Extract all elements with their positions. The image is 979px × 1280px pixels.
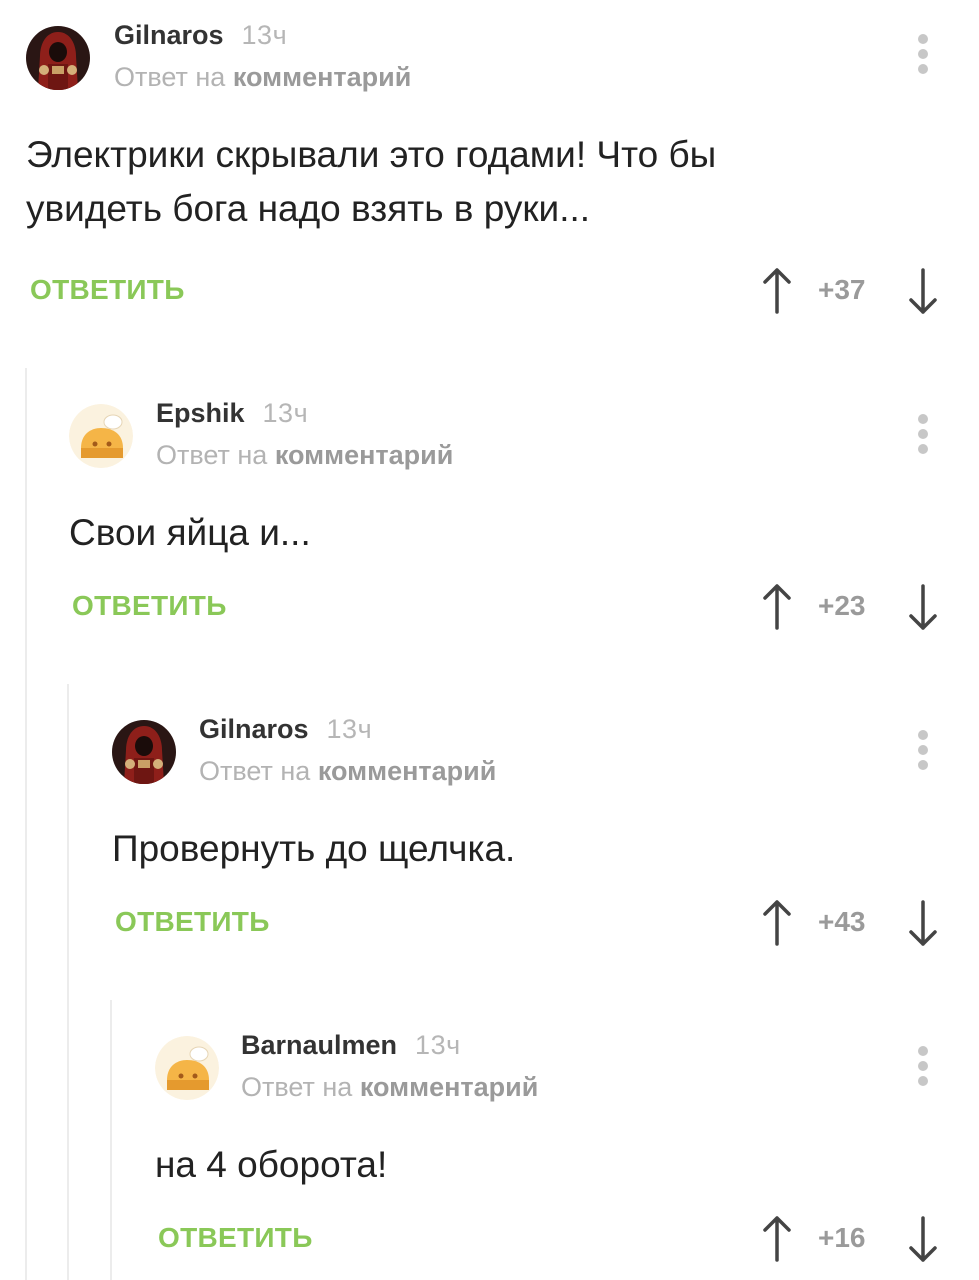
comment-text: на 4 оборота!: [155, 1138, 387, 1192]
comment-menu-icon[interactable]: [916, 1046, 930, 1088]
hooded-warrior-avatar-icon: [26, 26, 90, 90]
author-name[interactable]: Epshik: [156, 398, 245, 428]
comment-text: Свои яйца и...: [69, 506, 311, 560]
reply-to-line: Ответ на комментарий: [241, 1072, 538, 1103]
author-line: Gilnaros 13ч: [199, 714, 372, 745]
author-name[interactable]: Gilnaros: [199, 714, 309, 744]
reply-target-link[interactable]: комментарий: [275, 440, 454, 470]
vote-controls: +43: [760, 898, 940, 948]
author-line: Epshik 13ч: [156, 398, 308, 429]
author-line: Gilnaros 13ч: [114, 20, 287, 51]
downvote-arrow-icon[interactable]: [906, 1214, 940, 1264]
avatar[interactable]: [26, 26, 90, 90]
reply-button[interactable]: ОТВЕТИТЬ: [115, 906, 270, 938]
downvote-arrow-icon[interactable]: [906, 898, 940, 948]
thread-line-level-1: [25, 368, 27, 1280]
reply-prefix: Ответ на: [114, 62, 226, 92]
comment-time: 13ч: [326, 714, 373, 744]
upvote-arrow-icon[interactable]: [760, 898, 794, 948]
reply-button[interactable]: ОТВЕТИТЬ: [72, 590, 227, 622]
comment-text-line: Свои яйца и...: [69, 512, 311, 553]
comment-text: Электрики скрывали это годами! Что бы ув…: [26, 128, 716, 236]
comment: Epshik 13ч Ответ на комментарий Свои яйца…: [42, 380, 979, 650]
comment-time: 13ч: [415, 1030, 461, 1060]
vote-controls: +16: [760, 1214, 940, 1264]
avatar[interactable]: [112, 720, 176, 784]
default-cake-avatar-icon: [155, 1036, 219, 1100]
comment: Gilnaros 13ч Ответ на комментарий Электри…: [0, 0, 979, 340]
downvote-arrow-icon[interactable]: [906, 582, 940, 632]
comment-text: Провернуть до щелчка.: [112, 822, 515, 876]
comment-text-line: Провернуть до щелчка.: [112, 828, 516, 869]
vote-controls: +23: [760, 582, 940, 632]
comment-text-line: на 4 оборота!: [155, 1144, 388, 1185]
comment-text-line: Электрики скрывали это годами! Что бы: [26, 134, 717, 175]
vote-score: +37: [818, 274, 866, 305]
avatar[interactable]: [69, 404, 133, 468]
vote-score: +23: [818, 590, 866, 621]
comment-menu-icon[interactable]: [916, 730, 930, 772]
vote-controls: +37: [760, 266, 940, 316]
reply-prefix: Ответ на: [156, 440, 268, 470]
author-name[interactable]: Gilnaros: [114, 20, 224, 50]
downvote-arrow-icon[interactable]: [906, 266, 940, 316]
reply-to-line: Ответ на комментарий: [199, 756, 496, 787]
comment: Gilnaros 13ч Ответ на комментарий Проверн…: [85, 696, 979, 966]
author-line: Barnaulmen 13ч: [241, 1030, 461, 1061]
vote-score: +43: [818, 906, 866, 937]
reply-target-link[interactable]: комментарий: [360, 1072, 539, 1102]
reply-button[interactable]: ОТВЕТИТЬ: [30, 274, 185, 306]
upvote-arrow-icon[interactable]: [760, 1214, 794, 1264]
reply-prefix: Ответ на: [241, 1072, 353, 1102]
comment-time: 13ч: [241, 20, 288, 50]
comment-text-line: увидеть бога надо взять в руки...: [26, 188, 591, 229]
reply-to-line: Ответ на комментарий: [114, 62, 411, 93]
author-name[interactable]: Barnaulmen: [241, 1030, 397, 1060]
reply-button[interactable]: ОТВЕТИТЬ: [158, 1222, 313, 1254]
avatar[interactable]: [155, 1036, 219, 1100]
comment-menu-icon[interactable]: [916, 34, 930, 76]
reply-to-line: Ответ на комментарий: [156, 440, 453, 471]
thread-line-level-3: [110, 1000, 112, 1280]
upvote-arrow-icon[interactable]: [760, 266, 794, 316]
comment: Barnaulmen 13ч Ответ на комментарий на 4 …: [128, 1012, 979, 1280]
comment-time: 13ч: [262, 398, 309, 428]
upvote-arrow-icon[interactable]: [760, 582, 794, 632]
reply-target-link[interactable]: комментарий: [318, 756, 497, 786]
reply-prefix: Ответ на: [199, 756, 311, 786]
hooded-warrior-avatar-icon: [112, 720, 176, 784]
default-cake-avatar-icon: [69, 404, 133, 468]
thread-line-level-2: [67, 684, 69, 1280]
reply-target-link[interactable]: комментарий: [233, 62, 412, 92]
comment-menu-icon[interactable]: [916, 414, 930, 456]
vote-score: +16: [818, 1222, 866, 1253]
